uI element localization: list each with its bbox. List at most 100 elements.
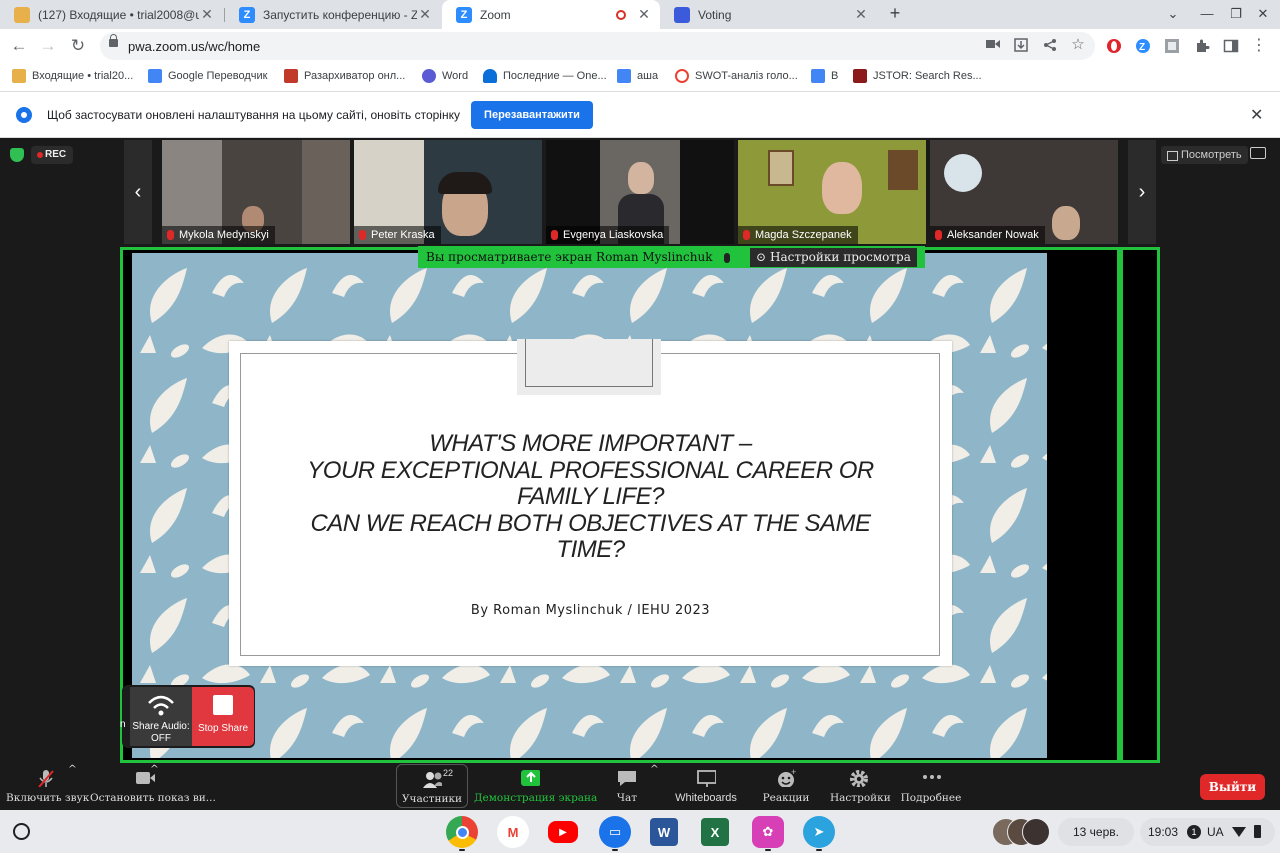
youtube-app-icon[interactable]: ▶ bbox=[548, 821, 578, 843]
reload-page-button[interactable]: Перезавантажити bbox=[471, 101, 593, 129]
svg-text:+: + bbox=[791, 769, 796, 777]
participant-tile[interactable]: Evgenya Liaskovska bbox=[546, 140, 734, 244]
translate-icon bbox=[811, 69, 825, 83]
tab-close-icon[interactable]: ✕ bbox=[417, 6, 433, 23]
tab-close-icon[interactable]: ✕ bbox=[853, 6, 869, 23]
bookmark-item[interactable]: SWOT-аналіз голо... bbox=[675, 69, 798, 83]
participants-button[interactable]: 22 Участники bbox=[396, 764, 468, 808]
back-icon[interactable]: ← bbox=[8, 35, 30, 57]
bookmark-item[interactable]: JSTOR: Search Res... bbox=[853, 69, 982, 83]
participant-name: Magda Szczepanek bbox=[738, 226, 858, 244]
files-app-icon[interactable]: ▭ bbox=[599, 816, 631, 848]
launcher-icon[interactable] bbox=[13, 823, 30, 840]
encryption-shield-icon[interactable] bbox=[10, 148, 24, 162]
participant-tile[interactable]: Magda Szczepanek bbox=[738, 140, 926, 244]
tab-search-icon[interactable]: ⌄ bbox=[1164, 6, 1182, 22]
stop-share-button[interactable]: Stop Share bbox=[192, 687, 254, 746]
bookmark-item[interactable]: B bbox=[811, 69, 838, 83]
lock-icon bbox=[109, 34, 118, 47]
more-label: Подробнее bbox=[900, 792, 962, 804]
stop-video-button[interactable]: Остановить показ ви... bbox=[90, 763, 216, 810]
tab-zoom[interactable]: Z Zoom ✕ bbox=[442, 0, 660, 29]
reactions-label: Реакции bbox=[762, 792, 810, 804]
kebab-menu-icon[interactable]: ⋮ bbox=[1251, 38, 1267, 54]
bookmark-star-icon[interactable]: ☆ bbox=[1070, 37, 1086, 53]
reactions-button[interactable]: + Реакции bbox=[760, 763, 812, 810]
layout-icon[interactable] bbox=[1250, 147, 1266, 159]
participant-face bbox=[1052, 206, 1080, 240]
gmail-app-icon[interactable]: M bbox=[497, 816, 529, 848]
slide-title-line: YOUR EXCEPTIONAL PROFESSIONAL CAREER OR bbox=[307, 456, 874, 484]
video-options-caret[interactable]: ^ bbox=[150, 763, 159, 775]
tab-close-icon[interactable]: ✕ bbox=[636, 6, 652, 23]
share-screen-label: Демонстрация экрана bbox=[474, 792, 598, 804]
address-bar[interactable]: pwa.zoom.us/wc/home ☆ bbox=[100, 32, 1095, 60]
telegram-app-icon[interactable]: ➤ bbox=[803, 816, 835, 848]
slide-title-line: TIME? bbox=[556, 536, 625, 563]
camera-icon[interactable] bbox=[985, 38, 1001, 54]
tab-inbox[interactable]: (127) Входящие • trial2008@ukr ✕ bbox=[0, 0, 223, 29]
participant-tile[interactable]: Mykola Medynskyi bbox=[162, 140, 350, 244]
chat-button[interactable]: Чат bbox=[606, 763, 648, 810]
tray-holding-space[interactable] bbox=[992, 818, 1050, 846]
minimize-icon[interactable]: — bbox=[1198, 6, 1216, 21]
chat-icon bbox=[618, 771, 636, 786]
side-panel-icon[interactable] bbox=[1223, 38, 1239, 54]
word-app-icon[interactable]: W bbox=[650, 818, 678, 846]
share-audio-button[interactable]: Share Audio: OFF bbox=[130, 687, 192, 746]
bookmark-item[interactable]: Word bbox=[422, 69, 468, 83]
new-tab-button[interactable]: + bbox=[886, 3, 904, 24]
bookmark-label: аша bbox=[637, 70, 659, 82]
settings-infobar: Щоб застосувати оновлені налаштування на… bbox=[0, 92, 1280, 138]
tab-voting[interactable]: Voting ✕ bbox=[660, 0, 877, 29]
install-icon[interactable] bbox=[1013, 38, 1029, 54]
browser-toolbar: ← → ↻ pwa.zoom.us/wc/home ☆ Z ⋮ bbox=[0, 29, 1280, 64]
settings-gear-icon bbox=[850, 770, 868, 787]
chrome-app-icon[interactable] bbox=[446, 816, 478, 848]
audio-options-caret[interactable]: ^ bbox=[68, 763, 77, 775]
zoom-extension-icon[interactable]: Z bbox=[1135, 38, 1151, 54]
whiteboard-icon bbox=[697, 770, 716, 787]
maximize-icon[interactable]: ❐ bbox=[1227, 6, 1245, 22]
bookmark-item[interactable]: Разархиватор онл... bbox=[284, 69, 405, 83]
extensions-puzzle-icon[interactable] bbox=[1194, 38, 1210, 54]
view-options-button[interactable]: Посмотреть bbox=[1161, 146, 1248, 164]
bookmark-item[interactable]: Последние — One... bbox=[483, 69, 607, 83]
reload-icon[interactable]: ↻ bbox=[67, 35, 89, 57]
whiteboards-button[interactable]: Whiteboards bbox=[668, 763, 744, 810]
cut-label: n bbox=[120, 719, 126, 730]
settings-button[interactable]: Настройки bbox=[830, 763, 891, 810]
participant-tile[interactable]: Aleksander Nowak bbox=[930, 140, 1118, 244]
excel-app-icon[interactable]: X bbox=[701, 818, 729, 846]
photo-extension-icon[interactable] bbox=[1164, 38, 1180, 54]
translate-icon bbox=[148, 69, 162, 83]
tab-start-conference[interactable]: Z Запустить конференцию - Zoom ✕ bbox=[225, 0, 441, 29]
view-settings-button[interactable]: ⊙ Настройки просмотра bbox=[750, 248, 917, 267]
more-button[interactable]: Подробнее bbox=[900, 763, 962, 810]
close-window-icon[interactable]: ✕ bbox=[1254, 6, 1272, 22]
bookmark-item[interactable]: Входящие • trial20... bbox=[12, 69, 133, 83]
bookmark-item[interactable]: Google Переводчик bbox=[148, 69, 268, 83]
battery-icon bbox=[1254, 825, 1261, 838]
opera-extension-icon[interactable] bbox=[1106, 38, 1122, 54]
leave-meeting-button[interactable]: Выйти bbox=[1200, 774, 1265, 800]
date-tray[interactable]: 13 черв. bbox=[1058, 818, 1134, 846]
gallery-next-button[interactable]: › bbox=[1128, 140, 1156, 244]
share-icon[interactable] bbox=[1042, 38, 1058, 54]
gallery-prev-button[interactable]: ‹ bbox=[124, 140, 152, 244]
participant-name: Mykola Medynskyi bbox=[162, 226, 275, 244]
wifi-audio-icon bbox=[148, 695, 174, 716]
share-screen-button[interactable]: Демонстрация экрана bbox=[474, 763, 598, 810]
url-text: pwa.zoom.us/wc/home bbox=[128, 39, 261, 54]
status-tray[interactable]: 19:03 1 UA bbox=[1140, 818, 1275, 846]
zoom-meeting-view: REC ‹ Mykola Medynskyi Peter Kraska Evge… bbox=[0, 138, 1280, 763]
close-infobar-icon[interactable]: ✕ bbox=[1250, 105, 1263, 125]
mail-icon bbox=[12, 69, 26, 83]
tab-close-icon[interactable]: ✕ bbox=[199, 6, 215, 23]
bookmark-item[interactable]: аша bbox=[617, 69, 658, 83]
participant-name: Evgenya Liaskovska bbox=[546, 226, 670, 244]
participant-tile[interactable]: Peter Kraska bbox=[354, 140, 542, 244]
forward-icon[interactable]: → bbox=[37, 35, 59, 57]
chat-options-caret[interactable]: ^ bbox=[650, 763, 659, 775]
gallery-app-icon[interactable]: ✿ bbox=[752, 816, 784, 848]
